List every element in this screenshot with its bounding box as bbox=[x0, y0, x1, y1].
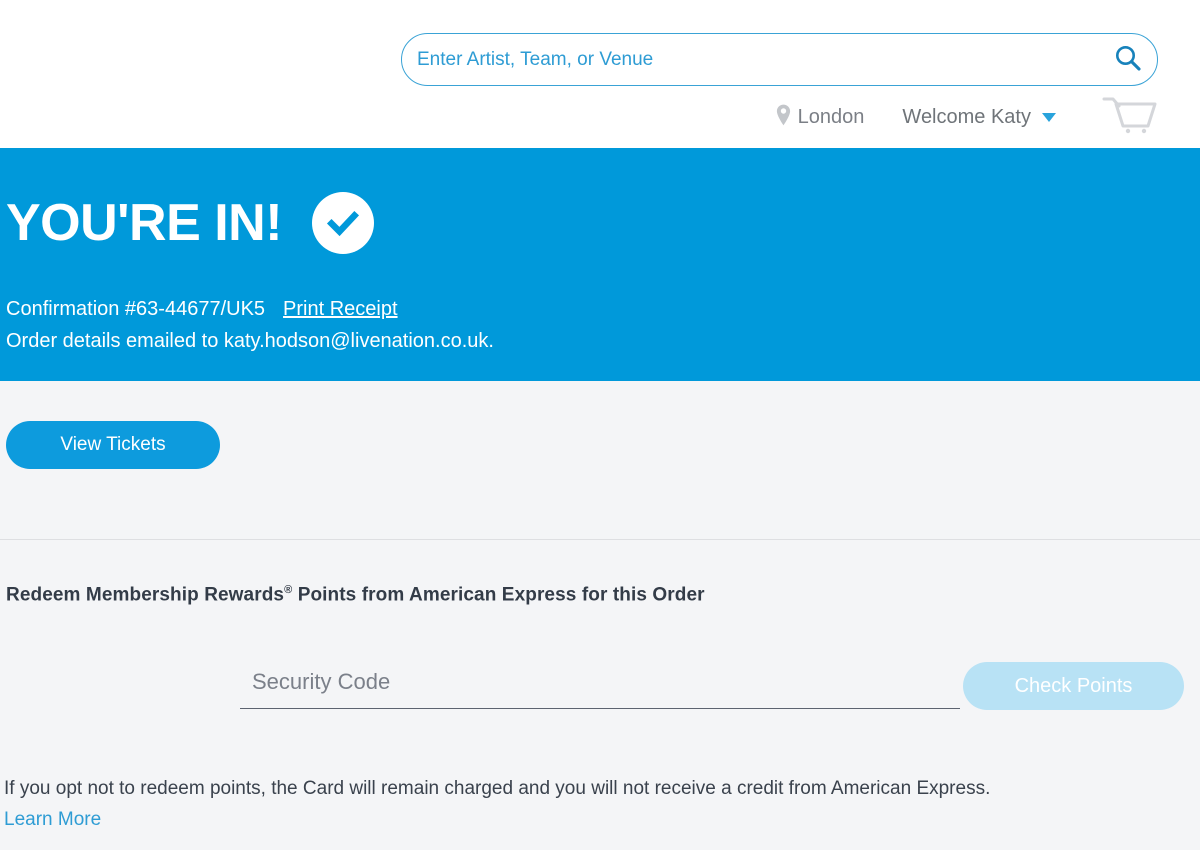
location-selector[interactable]: London bbox=[776, 104, 865, 131]
page-title: YOU'RE IN! bbox=[6, 194, 283, 252]
check-circle-icon bbox=[312, 192, 375, 254]
rewards-heading: Redeem Membership Rewards® Points from A… bbox=[6, 584, 705, 606]
cart-button[interactable] bbox=[1102, 96, 1158, 139]
rewards-heading-after: Points from American Express for this Or… bbox=[292, 584, 705, 606]
print-receipt-link[interactable]: Print Receipt bbox=[283, 298, 398, 321]
search-bar[interactable] bbox=[401, 33, 1158, 86]
search-button[interactable] bbox=[1099, 34, 1157, 85]
account-menu[interactable]: Welcome Katy bbox=[902, 106, 1056, 129]
confirmation-line: Confirmation #63-44677/UK5 Print Receipt bbox=[6, 298, 1200, 321]
shopping-cart-icon bbox=[1102, 96, 1158, 139]
main-content: View Tickets Redeem Membership Rewards® … bbox=[0, 381, 1200, 850]
rewards-disclaimer: If you opt not to redeem points, the Car… bbox=[4, 778, 991, 799]
search-input[interactable] bbox=[402, 34, 1099, 85]
check-points-button[interactable]: Check Points bbox=[963, 662, 1184, 710]
section-divider bbox=[0, 539, 1200, 540]
security-code-input[interactable] bbox=[240, 661, 960, 709]
confirmation-number: Confirmation #63-44677/UK5 bbox=[6, 298, 266, 320]
confirmation-banner: YOU'RE IN! Confirmation #63-44677/UK5 Pr… bbox=[0, 148, 1200, 381]
banner-title-row: YOU'RE IN! bbox=[6, 192, 1200, 254]
view-tickets-button[interactable]: View Tickets bbox=[6, 421, 220, 469]
header-nav: London Welcome Katy bbox=[776, 96, 1158, 139]
learn-more-link[interactable]: Learn More bbox=[4, 809, 101, 831]
map-pin-icon bbox=[776, 104, 791, 131]
rewards-form: Check Points bbox=[0, 661, 1200, 719]
account-label: Welcome Katy bbox=[902, 105, 1031, 128]
email-confirmation-line: Order details emailed to katy.hodson@liv… bbox=[6, 330, 494, 352]
search-icon bbox=[1113, 43, 1143, 76]
location-label: London bbox=[797, 105, 865, 128]
rewards-heading-before: Redeem Membership Rewards bbox=[6, 584, 285, 606]
site-header: London Welcome Katy bbox=[0, 0, 1200, 148]
chevron-down-icon bbox=[1042, 112, 1056, 122]
